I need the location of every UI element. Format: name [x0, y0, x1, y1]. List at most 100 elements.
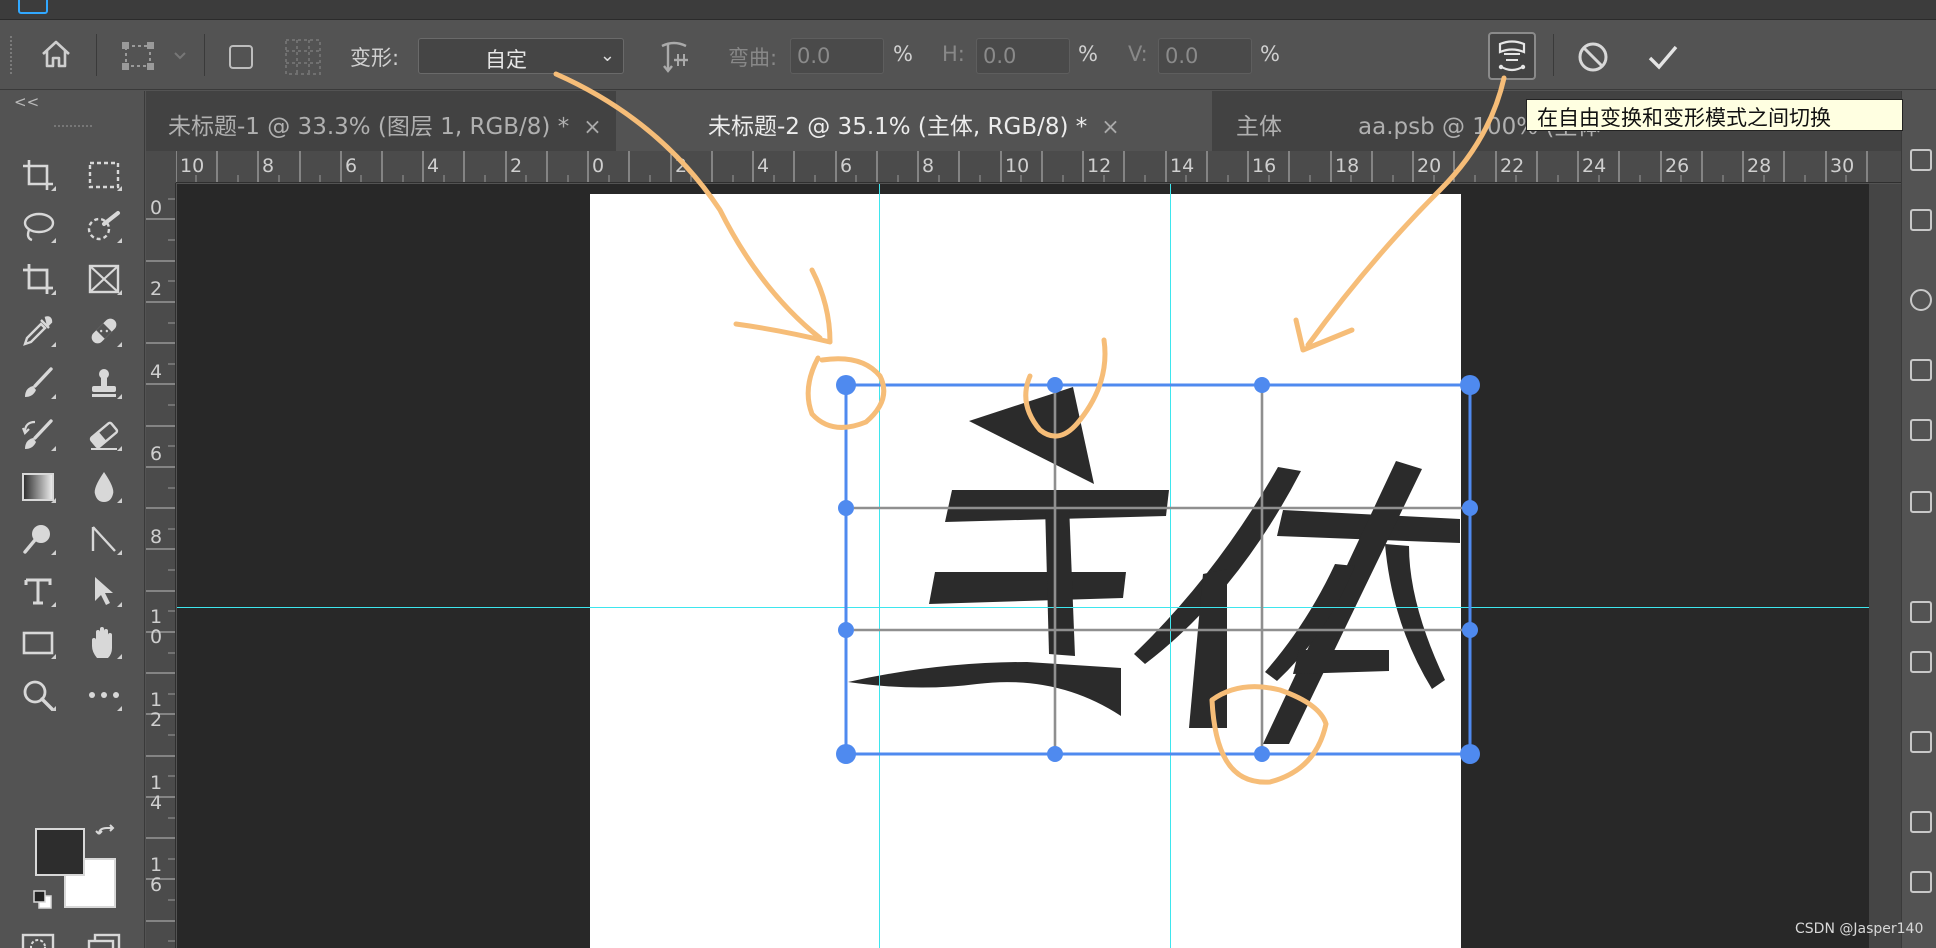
warp-handle-bottom-2[interactable] [1254, 746, 1270, 762]
photoshop-logo [18, 0, 48, 14]
edit-toolbar-button[interactable] [82, 673, 126, 717]
ruler-label: 16 [1252, 155, 1277, 177]
rectangle-tool[interactable] [16, 621, 60, 665]
vertical-scrollbar[interactable] [1869, 184, 1901, 948]
ruler-label: 6 [345, 155, 358, 177]
warp-handle-bottom-1[interactable] [1047, 746, 1063, 762]
panel-icon[interactable] [1910, 419, 1932, 441]
hand-tool[interactable] [82, 621, 126, 665]
horizontal-ruler[interactable]: 10 8 6 4 2 0 2 4 6 8 10 12 14 16 18 20 2… [176, 151, 1901, 183]
ruler-label: 14 [1170, 155, 1195, 177]
direct-selection-tool[interactable] [82, 569, 126, 613]
quick-selection-icon [87, 211, 120, 241]
ruler-label: 20 [1417, 155, 1442, 177]
dodge-icon [23, 525, 50, 554]
frame-tool[interactable] [82, 257, 126, 301]
tools-panel-grip[interactable] [54, 125, 92, 129]
change-warp-orientation-button[interactable] [652, 34, 696, 78]
tab-main-body[interactable]: 主体 [1212, 91, 1354, 151]
tab-untitled-1[interactable]: 未标题-1 @ 33.3% (图层 1, RGB/8) * × [146, 91, 606, 151]
brush-tool[interactable] [16, 361, 60, 405]
ruler-label: 10 [180, 155, 205, 177]
dodge-tool[interactable] [16, 517, 60, 561]
warp-handle-left-1[interactable] [838, 500, 854, 516]
artboard-tool[interactable] [16, 153, 60, 197]
close-tab-icon[interactable]: × [583, 115, 601, 140]
panel-icon[interactable] [1910, 149, 1932, 171]
gradient-tool[interactable] [16, 465, 60, 509]
bandage-icon [91, 318, 117, 344]
zoom-tool[interactable] [16, 673, 60, 717]
lasso-tool[interactable] [16, 205, 60, 249]
warp-handle-bottom-left[interactable] [836, 744, 856, 764]
tab-untitled-2[interactable]: 未标题-2 @ 35.1% (主体, RGB/8) * × [616, 91, 1212, 151]
warp-handle-bottom-right[interactable] [1460, 744, 1480, 764]
panel-icon[interactable] [1910, 359, 1932, 381]
clone-stamp-tool[interactable] [82, 361, 126, 405]
reference-point-button[interactable] [116, 36, 160, 76]
bend-label: 弯曲: [728, 46, 778, 70]
rectangular-marquee-tool[interactable] [82, 153, 126, 197]
panel-icon[interactable] [1910, 491, 1932, 513]
panel-icon[interactable] [1910, 651, 1932, 673]
eyedropper-tool[interactable] [16, 309, 60, 353]
history-brush-tool[interactable] [16, 413, 60, 457]
panel-icon[interactable] [1910, 209, 1932, 231]
blur-tool[interactable] [82, 465, 126, 509]
warp-handle-top-left[interactable] [836, 375, 856, 395]
panel-icon[interactable] [1910, 731, 1932, 753]
artboard-icon [23, 160, 53, 190]
tab-label: 未标题-2 @ 35.1% (主体, RGB/8) * [708, 114, 1088, 140]
warp-preset-value: 自定 [485, 48, 527, 72]
eyedropper-icon [23, 316, 53, 346]
grid-size-button[interactable] [282, 36, 324, 78]
foreground-color-swatch[interactable] [35, 828, 85, 876]
hand-icon [92, 627, 112, 658]
cancel-transform-button[interactable] [1572, 36, 1614, 78]
panel-icon[interactable] [1910, 289, 1932, 311]
v-input[interactable]: 0.0 [1158, 38, 1252, 74]
crop-tool[interactable] [16, 257, 60, 301]
toggle-warp-mode-button[interactable] [1488, 32, 1536, 80]
h-input[interactable]: 0.0 [976, 38, 1070, 74]
path-selection-tool[interactable] [82, 517, 126, 561]
separator [96, 34, 97, 76]
warp-handle-left-2[interactable] [838, 622, 854, 638]
chevron-down-icon[interactable] [172, 48, 188, 64]
collapse-panel-button[interactable]: << [14, 93, 39, 111]
healing-brush-tool[interactable] [82, 309, 126, 353]
close-tab-icon[interactable]: × [1101, 115, 1119, 140]
panel-icon[interactable] [1910, 811, 1932, 833]
ruler-label: 1 0 [150, 606, 163, 648]
ruler-label: 26 [1665, 155, 1690, 177]
warp-handle-top-2[interactable] [1254, 377, 1270, 393]
warp-preset-select[interactable]: 自定 ⌄ [418, 38, 624, 74]
ruler-corner[interactable] [146, 151, 176, 183]
quick-selection-tool[interactable] [82, 205, 126, 249]
ruler-label: 24 [1582, 155, 1607, 177]
eraser-tool[interactable] [82, 413, 126, 457]
vertical-ruler[interactable]: 0 2 4 6 8 1 0 1 2 1 4 1 6 [146, 183, 176, 948]
canvas-area[interactable] [177, 184, 1869, 948]
default-colors-button[interactable] [30, 887, 56, 913]
quick-mask-button[interactable] [16, 925, 60, 948]
v-label: V: [1128, 42, 1148, 66]
menu-bar [0, 0, 1936, 20]
panel-icon[interactable] [1910, 871, 1932, 893]
warp-handle-right-1[interactable] [1462, 500, 1478, 516]
warp-handle-top-1[interactable] [1047, 377, 1063, 393]
type-tool[interactable] [16, 569, 60, 613]
bend-input[interactable]: 0.0 [790, 38, 884, 74]
panel-icon[interactable] [1910, 601, 1932, 623]
ruler-label: 6 [840, 155, 853, 177]
crop-icon [23, 264, 53, 294]
swap-colors-button[interactable] [92, 821, 122, 851]
ruler-label: 30 [1830, 155, 1855, 177]
show-grid-checkbox[interactable] [226, 42, 256, 72]
warp-handle-right-2[interactable] [1462, 622, 1478, 638]
options-bar-grip[interactable] [10, 36, 14, 74]
home-button[interactable] [36, 34, 76, 74]
warp-handle-top-right[interactable] [1460, 375, 1480, 395]
screen-mode-button[interactable] [82, 925, 126, 948]
commit-transform-button[interactable] [1642, 36, 1684, 78]
